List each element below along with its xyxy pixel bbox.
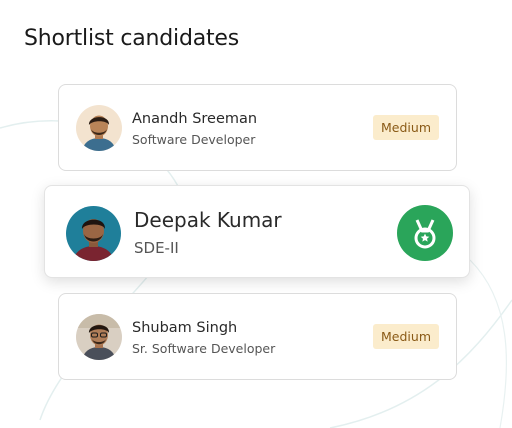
candidate-name: Anandh Sreeman	[132, 111, 258, 127]
avatar	[76, 314, 122, 360]
page-title: Shortlist candidates	[24, 26, 240, 51]
candidate-role: Software Developer	[132, 132, 256, 147]
candidate-role: Sr. Software Developer	[132, 341, 276, 356]
avatar	[76, 105, 122, 151]
candidate-card-featured[interactable]: Deepak Kumar SDE-II	[44, 185, 470, 278]
medal-icon	[397, 205, 453, 261]
candidate-name: Shubam Singh	[132, 320, 238, 336]
avatar	[66, 206, 121, 261]
status-badge: Medium	[373, 324, 439, 349]
candidate-name: Deepak Kumar	[134, 208, 282, 232]
candidate-card[interactable]: Shubam Singh Sr. Software Developer Medi…	[58, 293, 457, 380]
status-badge: Medium	[373, 115, 439, 140]
candidate-role: SDE-II	[134, 239, 179, 257]
candidate-card[interactable]: Anandh Sreeman Software Developer Medium	[58, 84, 457, 171]
